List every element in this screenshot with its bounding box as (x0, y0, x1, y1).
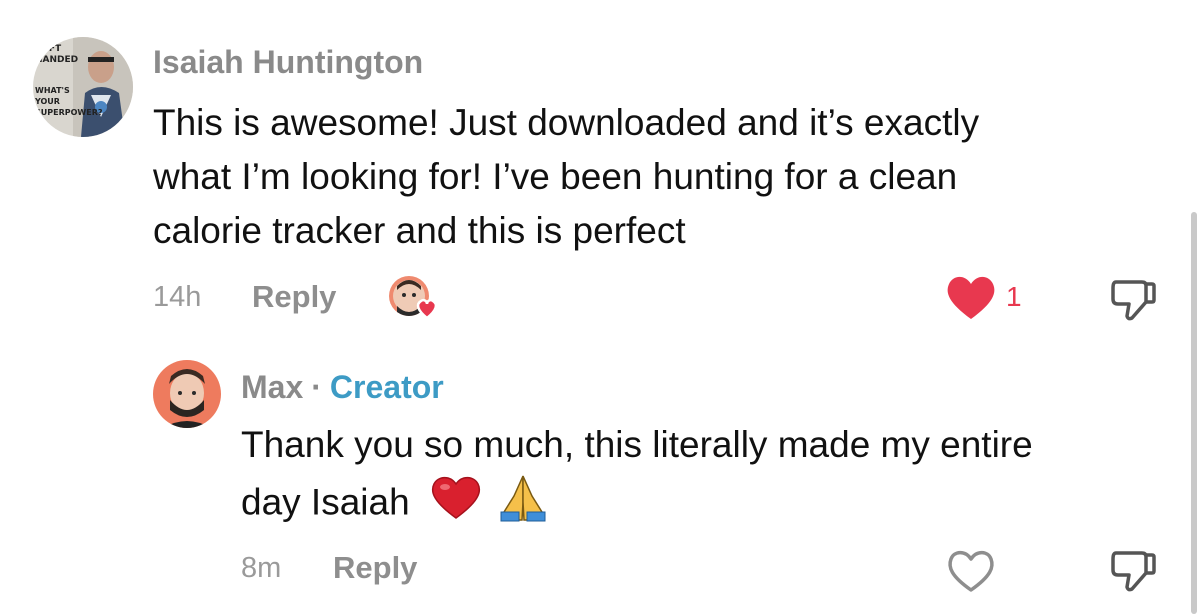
reply-author-avatar[interactable] (153, 360, 221, 428)
name-separator: · (311, 369, 322, 405)
reply-like-heart-icon[interactable] (945, 546, 997, 594)
like-count: 1 (1006, 281, 1022, 312)
svg-text:WHAT'S: WHAT'S (35, 86, 70, 95)
scrollbar[interactable] (1191, 212, 1197, 614)
dislike-icon[interactable] (1108, 276, 1158, 322)
reply-text-line: Thank you so much, this literally made m… (241, 424, 1033, 465)
avatar-text-left: LEFT (37, 44, 62, 54)
reply-author-name[interactable]: Max · Creator (241, 369, 444, 406)
svg-text:SUPERPOWER?: SUPERPOWER? (35, 108, 103, 117)
like-heart-icon[interactable] (945, 273, 997, 321)
comment-author-name[interactable]: Isaiah Huntington (153, 44, 423, 81)
comment-text-line: This is awesome! Just downloaded and it’… (153, 102, 980, 143)
comments-panel: LEFT HANDED WHAT'S YOUR SUPERPOWER? Isai… (0, 0, 1200, 614)
commenter-avatar[interactable]: LEFT HANDED WHAT'S YOUR SUPERPOWER? (33, 37, 133, 137)
comment-timestamp: 14h (153, 281, 202, 313)
svg-text:HANDED: HANDED (35, 55, 78, 65)
comment-text-line: what I’m looking for! I’ve been hunting … (153, 156, 958, 197)
mini-heart-icon (416, 298, 438, 320)
folded-hands-emoji-icon (496, 472, 550, 537)
comment-reply-button[interactable]: Reply (252, 279, 336, 315)
reply-text-line-end: day Isaiah (241, 481, 410, 523)
red-heart-emoji-icon (430, 474, 482, 535)
reply-dislike-icon[interactable] (1108, 547, 1158, 593)
comment-text-line: calorie tracker and this is perfect (153, 210, 686, 251)
comment-text: This is awesome! Just downloaded and it’… (153, 96, 979, 258)
reply-timestamp: 8m (241, 552, 282, 584)
reply-reply-button[interactable]: Reply (333, 550, 417, 586)
svg-text:YOUR: YOUR (34, 97, 60, 106)
reply-author-label: Max (241, 369, 304, 405)
creator-badge: Creator (329, 369, 444, 405)
reply-text-line-2: day Isaiah (241, 472, 1033, 537)
reply-text: Thank you so much, this literally made m… (241, 418, 1033, 537)
creator-liked-badge (387, 274, 443, 322)
